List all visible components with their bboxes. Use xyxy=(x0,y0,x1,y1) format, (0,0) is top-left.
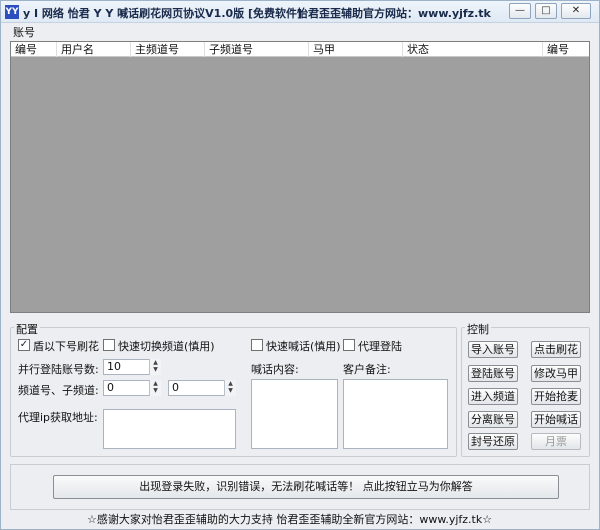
footer-text: ☆感谢大家对怡君歪歪辅助的大力支持 怡君歪歪辅助全新官方网站：www.yjfz.… xyxy=(87,513,493,526)
restore-banned-button[interactable]: 封号还原 xyxy=(468,433,518,450)
minimize-button[interactable]: — xyxy=(509,3,531,19)
column-header-main-channel[interactable]: 主频道号 xyxy=(131,42,205,57)
switch-channel-checkbox[interactable] xyxy=(103,339,115,351)
chevron-down-icon[interactable]: ▼ xyxy=(225,387,236,394)
accounts-table-header: 编号 用户名 主频道号 子频道号 马甲 状态 编号 xyxy=(11,42,589,57)
column-header-sub-channel[interactable]: 子频道号 xyxy=(205,42,309,57)
proxy-address-label: 代理ip获取地址: xyxy=(18,411,98,424)
proxy-address-textarea[interactable] xyxy=(103,409,236,449)
chevron-up-icon[interactable]: ▲ xyxy=(150,359,161,366)
brush-checkbox[interactable]: ✓ xyxy=(18,339,30,351)
switch-channel-checkbox-label: 快速切换频道(慎用) xyxy=(118,340,215,353)
chevron-down-icon[interactable]: ▼ xyxy=(150,387,161,394)
title-bar[interactable]: YY y I 网络 怡君 Y Y 喊话刷花网页协议V1.0版 [免费软件] 怡君… xyxy=(1,1,599,23)
control-group-label: 控制 xyxy=(465,321,491,337)
start-shout-button[interactable]: 开始喊话 xyxy=(531,411,581,428)
accounts-table[interactable]: 编号 用户名 主频道号 子频道号 马甲 状态 编号 xyxy=(10,41,590,313)
config-group-label: 配置 xyxy=(14,321,40,337)
window-site-text: 怡君歪歪辅助官方网站：www.yjfz.tk xyxy=(297,7,491,20)
shout-content-label: 喊话内容: xyxy=(251,363,299,376)
fast-shout-checkbox[interactable] xyxy=(251,339,263,351)
import-accounts-button[interactable]: 导入账号 xyxy=(468,341,518,358)
shout-content-textarea[interactable] xyxy=(251,379,338,449)
fast-shout-checkbox-label: 快速喊话(慎用) xyxy=(266,340,341,353)
main-channel-stepper[interactable]: ▲ ▼ xyxy=(149,380,161,396)
modify-vest-button[interactable]: 修改马甲 xyxy=(531,365,581,382)
column-header-status[interactable]: 状态 xyxy=(403,42,543,57)
channel-label: 频道号、子频道: xyxy=(18,384,99,397)
separate-accounts-button[interactable]: 分离账号 xyxy=(468,411,518,428)
customer-note-label: 客户备注: xyxy=(343,363,391,376)
grab-mic-button[interactable]: 开始抢麦 xyxy=(531,388,581,405)
chevron-up-icon[interactable]: ▲ xyxy=(225,380,236,387)
login-accounts-button[interactable]: 登陆账号 xyxy=(468,365,518,382)
column-header-username[interactable]: 用户名 xyxy=(57,42,131,57)
help-button[interactable]: 出现登录失败，识别错误，无法刷花喊话等！ 点此按钮立马为你解答 xyxy=(53,475,559,499)
main-window: YY y I 网络 怡君 Y Y 喊话刷花网页协议V1.0版 [免费软件] 怡君… xyxy=(0,0,600,530)
proxy-login-checkbox[interactable] xyxy=(343,339,355,351)
click-brush-button[interactable]: 点击刷花 xyxy=(531,341,581,358)
window-title: y I 网络 怡君 Y Y 喊话刷花网页协议V1.0版 [免费软件] xyxy=(23,7,303,20)
app-logo-icon: YY xyxy=(5,5,19,19)
chevron-up-icon[interactable]: ▲ xyxy=(150,380,161,387)
chevron-down-icon[interactable]: ▼ xyxy=(150,366,161,373)
sub-channel-stepper[interactable]: ▲ ▼ xyxy=(224,380,236,396)
column-header-id[interactable]: 编号 xyxy=(11,42,57,57)
parallel-login-stepper[interactable]: ▲ ▼ xyxy=(149,359,161,375)
column-header-id-2[interactable]: 编号 xyxy=(543,42,589,57)
column-header-vest[interactable]: 马甲 xyxy=(309,42,403,57)
customer-note-textarea[interactable] xyxy=(343,379,448,449)
accounts-group-label: 账号 xyxy=(11,24,37,40)
enter-channel-button[interactable]: 进入频道 xyxy=(468,388,518,405)
monthly-ticket-button[interactable]: 月票 xyxy=(531,433,581,450)
parallel-login-label: 并行登陆账号数: xyxy=(18,363,99,376)
proxy-login-checkbox-label: 代理登陆 xyxy=(358,340,402,353)
close-button[interactable]: ✕ xyxy=(561,3,591,19)
help-panel: 出现登录失败，识别错误，无法刷花喊话等！ 点此按钮立马为你解答 xyxy=(10,464,590,510)
brush-checkbox-label: 盾以下号刷花 xyxy=(33,340,99,353)
restore-button[interactable]: □ xyxy=(535,3,557,19)
